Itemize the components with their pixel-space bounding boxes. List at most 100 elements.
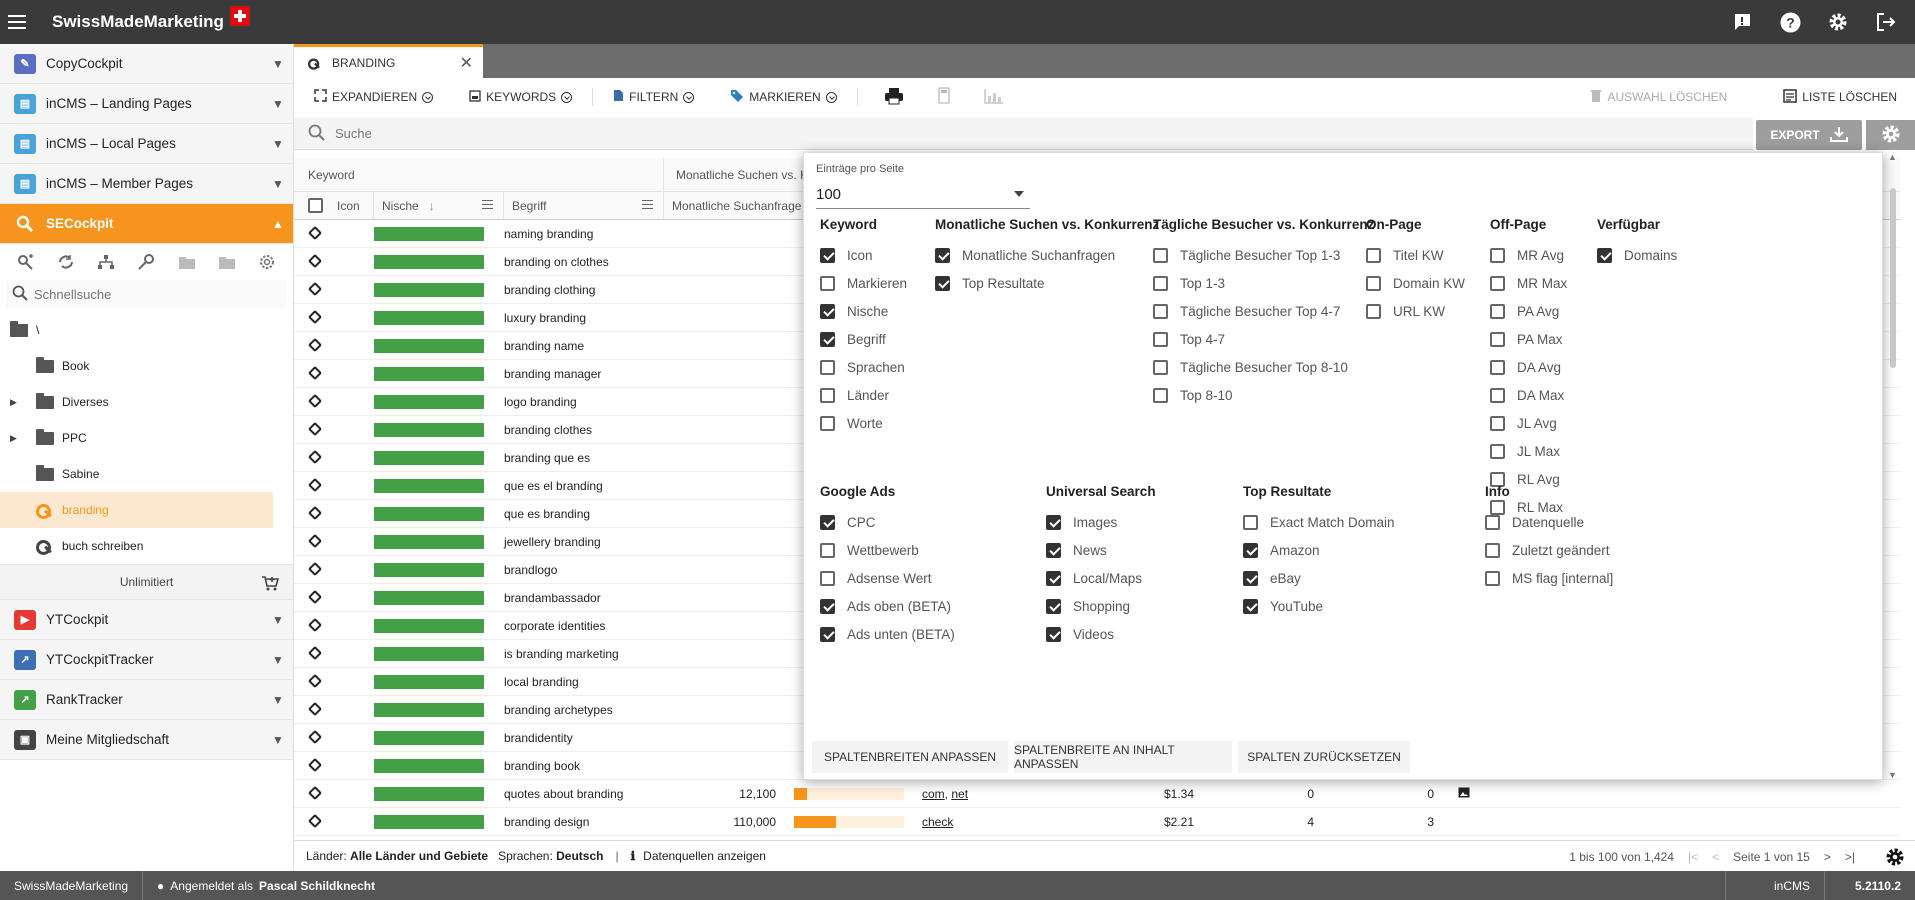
column-menu-icon[interactable] [482, 199, 493, 209]
checkbox[interactable] [1366, 303, 1381, 319]
scroll-up-icon[interactable]: ▲ [1888, 152, 1897, 162]
column-option[interactable]: Worte [820, 409, 907, 437]
column-option[interactable]: MR Max [1490, 269, 1567, 297]
popup-scrollbar[interactable]: ▲ ▼ [1888, 152, 1898, 780]
mark-button[interactable]: MARKIEREN [730, 78, 837, 116]
tree-item-sabine[interactable]: Sabine [0, 456, 293, 492]
cell-term[interactable]: que es branding [504, 507, 684, 521]
sidebar-item-copycockpit[interactable]: ✎ CopyCockpit ▼ [0, 44, 293, 84]
settings-icon[interactable] [257, 253, 277, 271]
clear-selection-button[interactable]: AUSWAHL LÖSCHEN [1590, 78, 1727, 116]
column-option[interactable]: URL KW [1366, 297, 1465, 325]
domain-link[interactable]: net [951, 787, 968, 801]
column-option[interactable]: Domain KW [1366, 269, 1465, 297]
checkbox[interactable] [820, 303, 835, 319]
column-option[interactable]: Shopping [1046, 592, 1156, 620]
column-option[interactable]: Markieren [820, 269, 907, 297]
scrollbar-thumb[interactable] [1890, 188, 1896, 368]
checkbox[interactable] [1485, 514, 1500, 530]
column-option[interactable]: Top 8-10 [1153, 381, 1374, 409]
header-term[interactable]: Begriff [504, 191, 664, 220]
column-option[interactable]: DA Avg [1490, 353, 1567, 381]
column-option[interactable]: MS flag [internal] [1485, 564, 1613, 592]
checkbox[interactable] [820, 570, 835, 586]
entries-per-page-select[interactable]: 100 [816, 181, 1030, 209]
checkbox[interactable] [1243, 598, 1258, 614]
key-edit-icon[interactable] [136, 253, 156, 271]
column-option[interactable]: Tägliche Besucher Top 1-3 [1153, 241, 1374, 269]
cell-term[interactable]: branding design [504, 815, 684, 829]
column-option[interactable]: Ads oben (BETA) [820, 592, 955, 620]
column-option[interactable]: Titel KW [1366, 241, 1465, 269]
header-niche[interactable]: Nische ↓ [374, 191, 504, 220]
checkbox[interactable] [820, 387, 835, 403]
checkbox[interactable] [1490, 415, 1505, 431]
domain-link[interactable]: com [922, 787, 945, 801]
hierarchy-icon[interactable] [96, 253, 116, 271]
folder-move-icon[interactable] [217, 253, 237, 271]
checkbox[interactable] [935, 247, 950, 263]
checkbox[interactable] [1490, 359, 1505, 375]
column-option[interactable]: Icon [820, 241, 907, 269]
tree-item-diverses[interactable]: ▶ Diverses [0, 384, 293, 420]
export-button[interactable]: EXPORT [1756, 120, 1862, 150]
search-input[interactable] [335, 126, 1753, 141]
first-page-icon[interactable]: |< [1688, 850, 1698, 864]
chart-button[interactable] [983, 78, 1004, 116]
checkbox[interactable] [1243, 542, 1258, 558]
column-option[interactable]: Exact Match Domain [1243, 508, 1395, 536]
column-option[interactable]: Domains [1597, 241, 1677, 269]
cell-term[interactable]: quotes about branding [504, 787, 684, 801]
column-option[interactable]: Wettbewerb [820, 536, 955, 564]
tree-item-branding[interactable]: branding [0, 492, 273, 528]
cell-term[interactable]: logo branding [504, 395, 684, 409]
cell-term[interactable]: que es el branding [504, 479, 684, 493]
checkbox[interactable] [1366, 247, 1381, 263]
expand-arrow-icon[interactable]: ▶ [10, 433, 17, 444]
cell-term[interactable]: corporate identities [504, 619, 684, 633]
scroll-down-icon[interactable]: ▼ [1888, 770, 1897, 780]
footer-settings-icon[interactable] [1885, 847, 1905, 870]
adjust-column-widths-button[interactable]: SPALTENBREITEN ANPASSEN [812, 741, 1008, 773]
expand-arrow-icon[interactable]: ▶ [10, 397, 17, 408]
checkbox[interactable] [820, 331, 835, 347]
domain-link[interactable]: check [922, 815, 953, 829]
column-option[interactable]: Adsense Wert [820, 564, 955, 592]
cell-term[interactable]: jewellery branding [504, 535, 684, 549]
cell-term[interactable]: branding manager [504, 367, 684, 381]
sidebar-item-incms-local[interactable]: ▤ inCMS – Local Pages ▼ [0, 124, 293, 164]
checkbox[interactable] [1485, 542, 1500, 558]
column-option[interactable]: CPC [820, 508, 955, 536]
tree-item-buch-schreiben[interactable]: buch schreiben [0, 528, 293, 564]
sidebar-item-ranktracker[interactable]: ↗ RankTracker ▼ [0, 680, 293, 720]
tree-item-root[interactable]: \ [0, 312, 293, 348]
sidebar-item-incms-landing[interactable]: ▤ inCMS – Landing Pages ▼ [0, 84, 293, 124]
quicksearch-input[interactable] [34, 286, 287, 302]
cell-term[interactable]: branding archetypes [504, 703, 684, 717]
checkbox[interactable] [1153, 331, 1168, 347]
sidebar-item-ytcockpittracker[interactable]: ↗ YTCockpitTracker ▼ [0, 640, 293, 680]
cart-icon[interactable] [261, 575, 280, 594]
column-option[interactable]: eBay [1243, 564, 1395, 592]
cell-term[interactable]: branding on clothes [504, 255, 684, 269]
column-option[interactable]: MR Avg [1490, 241, 1567, 269]
checkbox[interactable] [1153, 359, 1168, 375]
checkbox[interactable] [935, 275, 950, 291]
table-row[interactable]: branding design 110,000 check $2.21 4 3 [294, 808, 1900, 836]
calculator-button[interactable] [937, 78, 950, 116]
cell-term[interactable]: is branding marketing [504, 647, 684, 661]
checkbox[interactable] [820, 542, 835, 558]
column-option[interactable]: Tägliche Besucher Top 8-10 [1153, 353, 1374, 381]
checkbox[interactable] [820, 275, 835, 291]
checkbox[interactable] [1485, 570, 1500, 586]
menu-icon[interactable] [8, 15, 38, 29]
checkbox[interactable] [820, 359, 835, 375]
checkbox[interactable] [820, 514, 835, 530]
close-icon[interactable]: ✕ [460, 53, 473, 73]
show-data-sources-link[interactable]: Datenquellen anzeigen [643, 849, 766, 863]
filter-button[interactable]: FILTERN [613, 78, 695, 116]
cell-term[interactable]: naming branding [504, 227, 684, 241]
last-page-icon[interactable]: >| [1845, 850, 1855, 864]
reset-columns-button[interactable]: SPALTEN ZURÜCKSETZEN [1238, 741, 1410, 773]
checkbox[interactable] [1153, 275, 1168, 291]
